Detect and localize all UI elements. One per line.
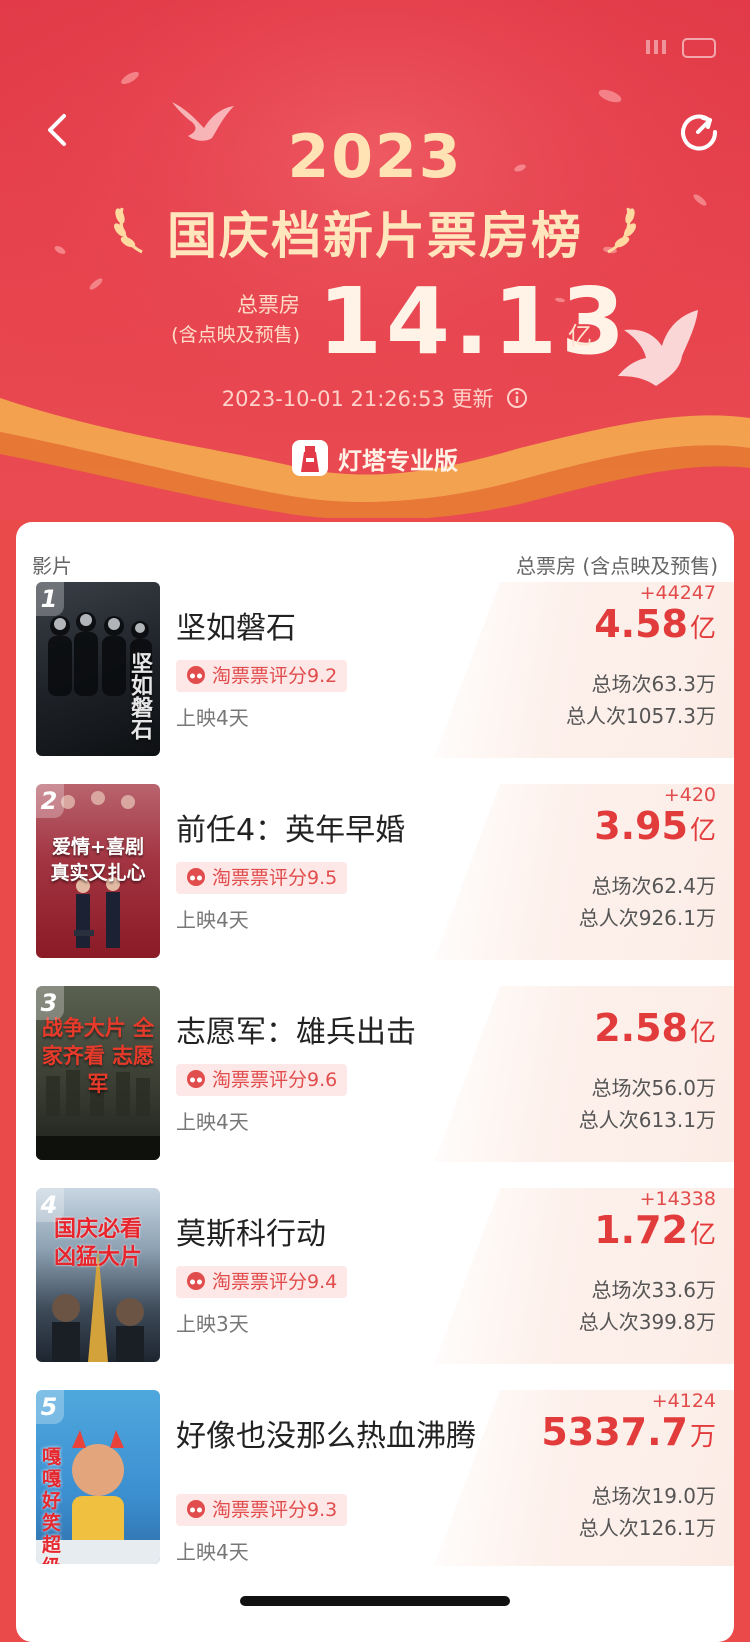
gross-value: 3.95亿 [594, 804, 716, 848]
rank-badge: 2 [36, 784, 64, 818]
days-in-release: 上映4天 [176, 908, 249, 932]
total-shows: 总场次56.0万 [591, 1076, 716, 1100]
total-shows: 总场次63.3万 [591, 672, 716, 696]
total-label: 总票房 (含点映及预售) [171, 290, 300, 350]
rank-badge: 4 [36, 1188, 64, 1222]
days-in-release: 上映4天 [176, 1540, 249, 1564]
gross-value: 1.72亿 [594, 1208, 716, 1252]
laurel-right-icon [607, 207, 636, 254]
total-box-office: 总票房 (含点映及预售) 14.13 亿 [0, 268, 750, 375]
column-header-film: 影片 [32, 554, 72, 578]
rank-badge: 1 [36, 582, 64, 616]
gross-delta: +14338 [639, 1188, 716, 1210]
title-row: 国庆档新片票房榜 [0, 196, 750, 265]
rating-badge[interactable]: 淘票票评分9.5 [176, 862, 348, 894]
days-in-release: 上映4天 [176, 706, 249, 730]
rating-badge[interactable]: 淘票票评分9.2 [176, 660, 348, 692]
film-title[interactable]: 志愿军：雄兵出击 [176, 1012, 476, 1054]
gross-value: 4.58亿 [594, 602, 716, 646]
header-banner: 2023 国庆档新片票房榜 总票房 (含点映及预售) 14.13 亿 2023-… [0, 0, 750, 520]
taopiaopiao-icon [187, 666, 205, 684]
poster-title: 国庆必看 凶猛大片 [53, 1217, 142, 1270]
rating-badge[interactable]: 淘票票评分9.3 [176, 1494, 348, 1526]
days-in-release: 上映4天 [176, 1110, 249, 1134]
film-poster[interactable]: 爱情+喜剧 真实又扎心 2 [36, 784, 160, 958]
rating-text: 淘票票评分9.4 [212, 1271, 338, 1293]
film-title[interactable]: 好像也没那么热血沸腾 [176, 1416, 476, 1458]
days-in-release: 上映3天 [176, 1312, 249, 1336]
signal-icon [646, 40, 674, 54]
rank-badge: 5 [36, 1390, 64, 1424]
year-label: 2023 [287, 122, 463, 192]
film-row[interactable]: 国庆必看 凶猛大片 4 莫斯科行动 淘票票评分9.4 上映3天 +14338 1… [16, 1188, 734, 1384]
total-admissions: 总人次1057.3万 [566, 704, 716, 728]
total-label-sub: (含点映及预售) [171, 324, 300, 346]
brand-row: 灯塔专业版 [0, 440, 750, 480]
battery-icon [682, 38, 716, 58]
rating-text: 淘票票评分9.5 [212, 867, 338, 889]
film-poster[interactable]: 战争大片 全家齐看 志愿军 3 [36, 986, 160, 1160]
film-title[interactable]: 莫斯科行动 [176, 1214, 476, 1256]
rating-badge[interactable]: 淘票票评分9.6 [176, 1064, 348, 1096]
total-admissions: 总人次126.1万 [578, 1516, 716, 1540]
total-admissions: 总人次926.1万 [578, 906, 716, 930]
poster-title: 坚如磐石 [127, 652, 152, 740]
film-title[interactable]: 前任4：英年早婚 [176, 810, 476, 852]
rating-text: 淘票票评分9.6 [212, 1069, 338, 1091]
total-admissions: 总人次399.8万 [578, 1310, 716, 1334]
taopiaopiao-icon [187, 1070, 205, 1088]
taopiaopiao-icon [187, 868, 205, 886]
film-row[interactable]: 爱情+喜剧 真实又扎心 2 前任4：英年早婚 淘票票评分9.5 上映4天 +42… [16, 784, 734, 980]
poster-title: 嘎嘎好笑 超级温暖 [42, 1446, 62, 1564]
dengta-logo-icon [292, 440, 328, 476]
taopiaopiao-icon [187, 1272, 205, 1290]
film-row[interactable]: 嘎嘎好笑 超级温暖 5 好像也没那么热血沸腾 淘票票评分9.3 上映4天 +41… [16, 1390, 734, 1586]
poster-title: 战争大片 全家齐看 志愿军 [41, 1016, 155, 1096]
gross-delta: +44247 [639, 582, 716, 604]
total-shows: 总场次33.6万 [591, 1278, 716, 1302]
gross-delta: +4124 [651, 1390, 716, 1412]
rank-badge: 3 [36, 986, 64, 1020]
poster-title: 爱情+喜剧 真实又扎心 [50, 836, 146, 884]
column-header-gross: 总票房 (含点映及预售) [516, 554, 718, 578]
status-icons [646, 36, 716, 58]
rating-badge[interactable]: 淘票票评分9.4 [176, 1266, 348, 1298]
rating-text: 淘票票评分9.2 [212, 665, 338, 687]
taopiaopiao-icon [187, 1500, 205, 1518]
film-title[interactable]: 坚如磐石 [176, 608, 476, 650]
rating-text: 淘票票评分9.3 [212, 1499, 338, 1521]
film-poster[interactable]: 国庆必看 凶猛大片 4 [36, 1188, 160, 1362]
total-label-text: 总票房 [237, 293, 300, 317]
gross-value: 2.58亿 [594, 1006, 716, 1050]
total-shows: 总场次62.4万 [591, 874, 716, 898]
total-admissions: 总人次613.1万 [578, 1108, 716, 1132]
film-row[interactable]: 坚如磐石 1 坚如磐石 淘票票评分9.2 上映4天 +44247 4.58亿 总… [16, 582, 734, 778]
home-indicator[interactable] [240, 1596, 510, 1606]
brand-name: 灯塔专业版 [338, 446, 458, 475]
film-poster[interactable]: 嘎嘎好笑 超级温暖 5 [36, 1390, 160, 1564]
gross-delta: +420 [663, 784, 716, 806]
film-row[interactable]: 战争大片 全家齐看 志愿军 3 志愿军：雄兵出击 淘票票评分9.6 上映4天 2… [16, 986, 734, 1182]
status-bar [0, 26, 750, 66]
total-unit: 亿 [568, 322, 592, 350]
film-poster[interactable]: 坚如磐石 1 [36, 582, 160, 756]
ranking-card: 影片 总票房 (含点映及预售) 坚如磐石 1 坚如磐石 淘票票评分9.2 上映4… [16, 522, 734, 1642]
gross-value: 5337.7万 [541, 1410, 716, 1454]
total-shows: 总场次19.0万 [591, 1484, 716, 1508]
